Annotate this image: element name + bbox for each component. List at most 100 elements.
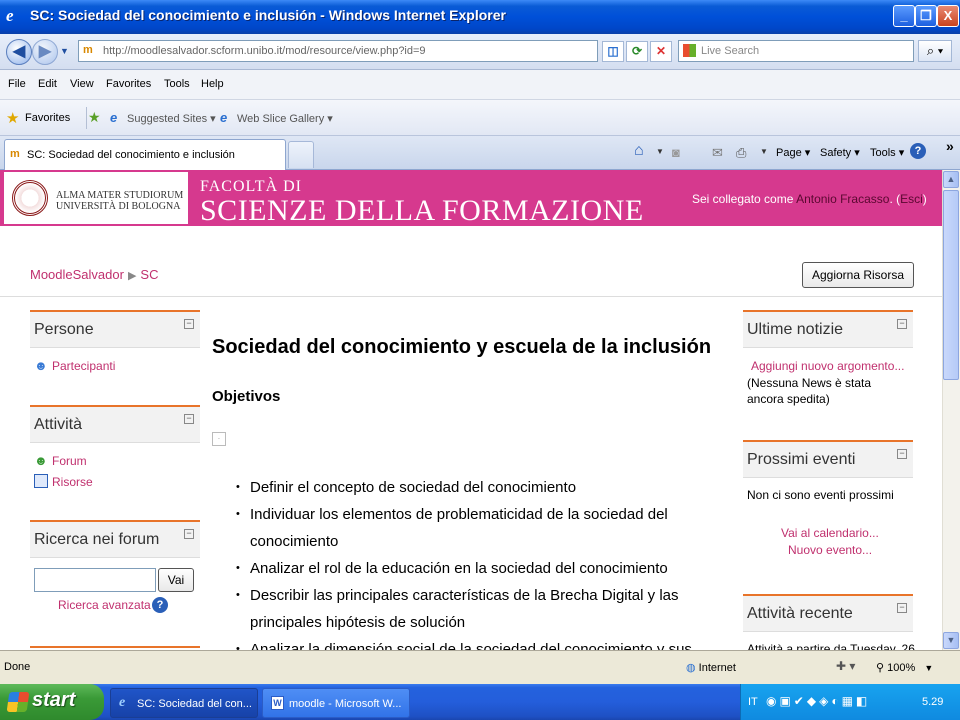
advanced-search-link[interactable]: Ricerca avanzata (58, 598, 151, 612)
login-user-link[interactable]: Antonio Fracasso (796, 192, 889, 206)
refresh-icon[interactable]: ⟳ (626, 41, 648, 62)
forum-link[interactable]: Forum (52, 454, 87, 468)
suggested-sites-link[interactable]: Suggested Sites ▾ (127, 112, 216, 125)
tab-favicon-icon: m (10, 148, 20, 160)
home-dropdown-icon[interactable]: ▼ (656, 147, 664, 156)
feeds-icon[interactable]: ◙ (672, 145, 680, 160)
favorites-button[interactable]: Favorites (25, 112, 70, 124)
page-menu[interactable]: Page ▾ (776, 146, 810, 159)
objective-text-continued: conocimiento (250, 533, 339, 550)
scroll-thumb[interactable] (943, 190, 959, 380)
scroll-down-arrow-icon[interactable]: ▼ (943, 632, 959, 649)
back-button[interactable]: ◀ (6, 39, 32, 65)
menu-tools[interactable]: Tools (164, 78, 190, 90)
block-persone-header: Persone − (30, 312, 200, 348)
block-attivita-header: Attività − (30, 407, 200, 443)
globe-icon: ◍ (686, 662, 696, 674)
objective-text: Analizar la dimensión social de la socie… (250, 641, 692, 650)
zoom-control[interactable]: ⚲ 100% ▼ (876, 661, 933, 674)
web-slice-gallery-link[interactable]: Web Slice Gallery ▾ (237, 112, 333, 125)
add-favorites-icon[interactable]: ★ (88, 109, 101, 126)
toolbar-overflow-icon[interactable]: » (946, 138, 954, 154)
no-news-text: (Nessuna News è stata (747, 376, 872, 390)
live-search-logo-icon (683, 44, 696, 57)
block-attivita: Attività − ☻ Forum Risorse (30, 405, 200, 505)
forward-button[interactable]: ▶ (32, 39, 58, 65)
logout-link[interactable]: Esci (900, 192, 923, 206)
block-persone-collapse-icon[interactable]: − (184, 319, 194, 329)
search-field[interactable]: Live Search (678, 40, 914, 62)
taskbar-word-icon: W (271, 696, 284, 710)
breadcrumb-home-link[interactable]: MoodleSalvador (30, 267, 124, 282)
update-resource-button[interactable]: Aggiorna Risorsa (802, 262, 914, 288)
block-recente-title: Attività recente (747, 605, 853, 622)
breadcrumb-course-link[interactable]: SC (140, 267, 158, 282)
scroll-up-arrow-icon[interactable]: ▲ (943, 171, 959, 188)
taskbar-item-word[interactable]: W moodle - Microsoft W... (262, 688, 410, 718)
block-eventi-collapse-icon[interactable]: − (897, 449, 907, 459)
address-field[interactable]: m http://moodlesalvador.scform.unibo.it/… (78, 40, 598, 62)
block-ricerca-collapse-icon[interactable]: − (184, 529, 194, 539)
block-attivita-collapse-icon[interactable]: − (184, 414, 194, 424)
block-ricerca: Ricerca nei forum − Vai Ricerca avanzata… (30, 520, 200, 650)
tray-language[interactable]: IT (748, 696, 758, 708)
zoom-dropdown-icon[interactable]: ▼ (924, 663, 933, 673)
objective-text: Analizar el rol de la educación en la so… (250, 560, 668, 577)
print-dropdown-icon[interactable]: ▼ (760, 147, 768, 156)
tab-active[interactable]: m SC: Sociedad del conocimiento e inclus… (4, 139, 286, 170)
tray-icons[interactable]: ◉▣✔◆◈◐▦◧ (766, 694, 870, 708)
resources-icon (34, 474, 48, 488)
forum-search-input[interactable] (34, 568, 156, 592)
block-recente-header: Attività recente − (743, 596, 913, 632)
add-news-link[interactable]: Aggiungi nuovo argomento... (751, 359, 904, 373)
recent-pages-dropdown-icon[interactable]: ▼ (60, 46, 69, 56)
help-icon[interactable]: ? (910, 143, 926, 159)
block-notizie-header: Ultime notizie − (743, 312, 913, 348)
block-notizie-collapse-icon[interactable]: − (897, 319, 907, 329)
zone-label: Internet (698, 662, 736, 674)
compatibility-view-icon[interactable]: ◫ (602, 41, 624, 62)
menu-help[interactable]: Help (201, 78, 224, 90)
status-bar (0, 650, 960, 684)
breadcrumb-separator: ▶ (127, 270, 137, 282)
menu-edit[interactable]: Edit (38, 78, 57, 90)
block-eventi-title: Prossimi eventi (747, 451, 856, 468)
menu-favorites[interactable]: Favorites (106, 78, 151, 90)
safety-menu[interactable]: Safety ▾ (820, 146, 860, 159)
tools-menu[interactable]: Tools ▾ (870, 146, 904, 159)
favorites-star-icon: ★ (6, 110, 20, 127)
stop-icon[interactable]: ✕ (650, 41, 672, 62)
block-recente-collapse-icon[interactable]: − (897, 603, 907, 613)
forum-search-button[interactable]: Vai (158, 568, 194, 592)
broken-image-icon: · (212, 432, 226, 446)
taskbar-item-ie[interactable]: e SC: Sociedad del con... (110, 688, 258, 718)
home-icon[interactable]: ⌂ (634, 142, 644, 160)
objective-item: • Analizar el rol de la educación en la … (236, 555, 696, 582)
new-tab-button[interactable] (288, 141, 314, 168)
minimize-button[interactable]: _ (893, 5, 915, 27)
protected-mode-icon[interactable]: ✚ ▾ (836, 659, 855, 673)
resources-link[interactable]: Risorse (52, 475, 93, 489)
calendar-link[interactable]: Vai al calendario... (781, 526, 879, 540)
bullet-icon: • (236, 562, 240, 574)
block-attivita-title: Attività (34, 416, 83, 433)
participants-link[interactable]: Partecipanti (52, 359, 115, 373)
search-go-icon[interactable]: ⌕ ▾ (918, 40, 952, 62)
print-icon[interactable]: ⎙ (736, 145, 746, 161)
block-eventi: Prossimi eventi − Non ci sono eventi pro… (743, 440, 913, 570)
objective-item: • Describir las principales característi… (236, 582, 696, 636)
windows-flag-icon (6, 692, 30, 712)
close-button[interactable]: X (937, 5, 959, 27)
new-event-link[interactable]: Nuovo evento... (788, 543, 872, 557)
maximize-button[interactable]: ❐ (915, 5, 937, 27)
tab-label: SC: Sociedad del conocimiento e inclusió… (27, 149, 235, 161)
menu-view[interactable]: View (70, 78, 94, 90)
advanced-search-help-icon[interactable]: ? (152, 597, 168, 613)
university-logo[interactable]: ALMA MATER STUDIORUM UNIVERSITÀ DI BOLOG… (4, 172, 188, 224)
nav-divider (0, 296, 942, 297)
menu-file[interactable]: File (8, 78, 26, 90)
read-mail-icon[interactable]: ✉ (712, 145, 723, 161)
resource-title: Sociedad del conocimiento y escuela de l… (212, 336, 712, 358)
objective-text: Describir las principales característica… (250, 587, 679, 604)
block-persone: Persone − ☻ Partecipanti (30, 310, 200, 390)
